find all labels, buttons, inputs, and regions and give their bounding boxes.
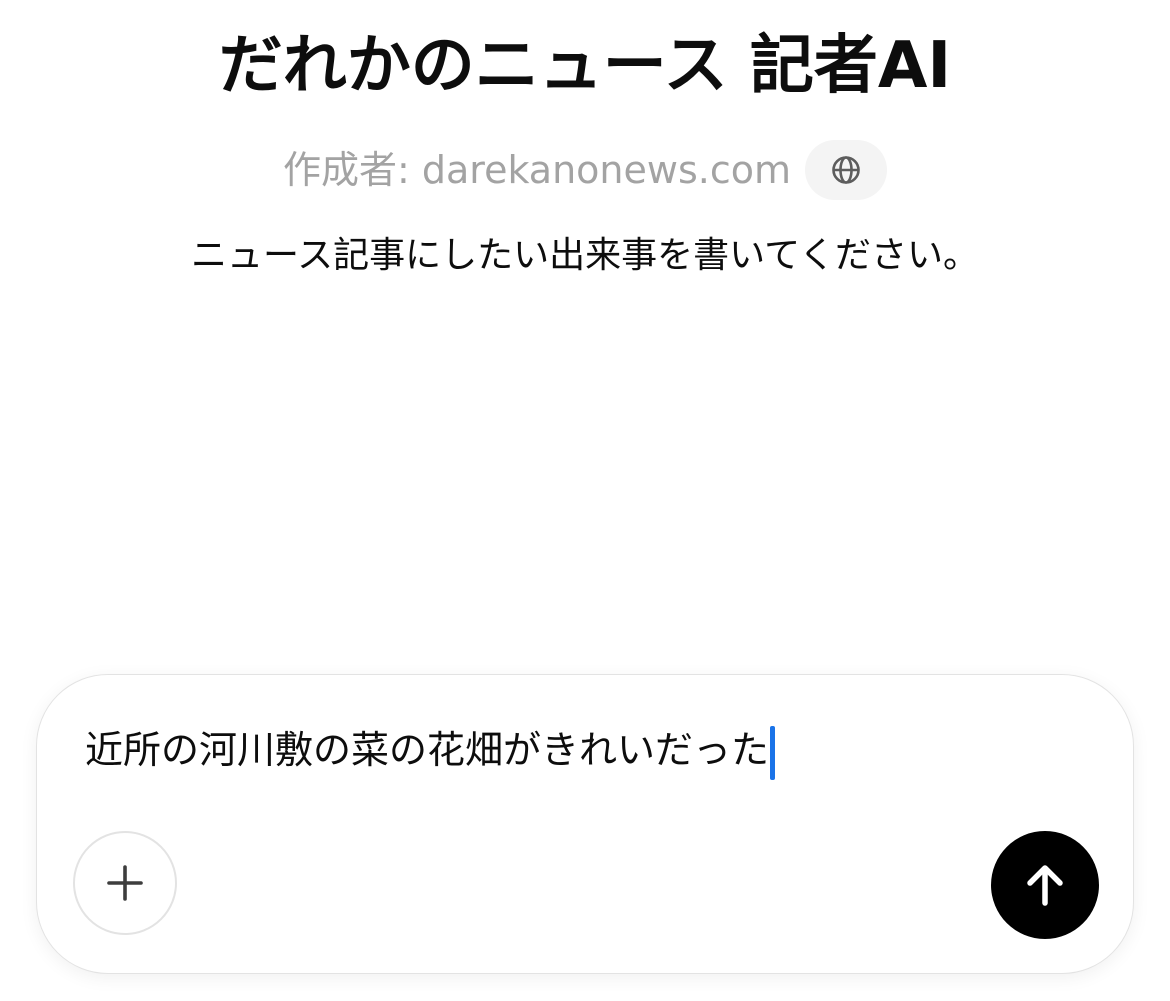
gpt-title: だれかのニュース 記者AI xyxy=(218,29,952,103)
plus-icon xyxy=(107,865,143,901)
author-text: 作成者: darekanonews.com xyxy=(283,148,791,192)
globe-icon xyxy=(832,156,860,184)
gpt-description: ニュース記事にしたい出来事を書いてください。 xyxy=(190,235,980,276)
author-row: 作成者: darekanonews.com xyxy=(0,138,1170,202)
message-input[interactable]: 近所の河川敷の菜の花畑がきれいだった xyxy=(85,717,776,783)
message-composer: 近所の河川敷の菜の花畑がきれいだった xyxy=(36,674,1134,974)
arrow-up-icon xyxy=(1027,865,1063,906)
website-link-button[interactable] xyxy=(805,140,887,200)
send-button[interactable] xyxy=(991,831,1099,939)
attach-button[interactable] xyxy=(73,831,177,935)
message-input-value: 近所の河川敷の菜の花畑がきれいだった xyxy=(85,728,770,772)
text-caret xyxy=(770,725,776,780)
